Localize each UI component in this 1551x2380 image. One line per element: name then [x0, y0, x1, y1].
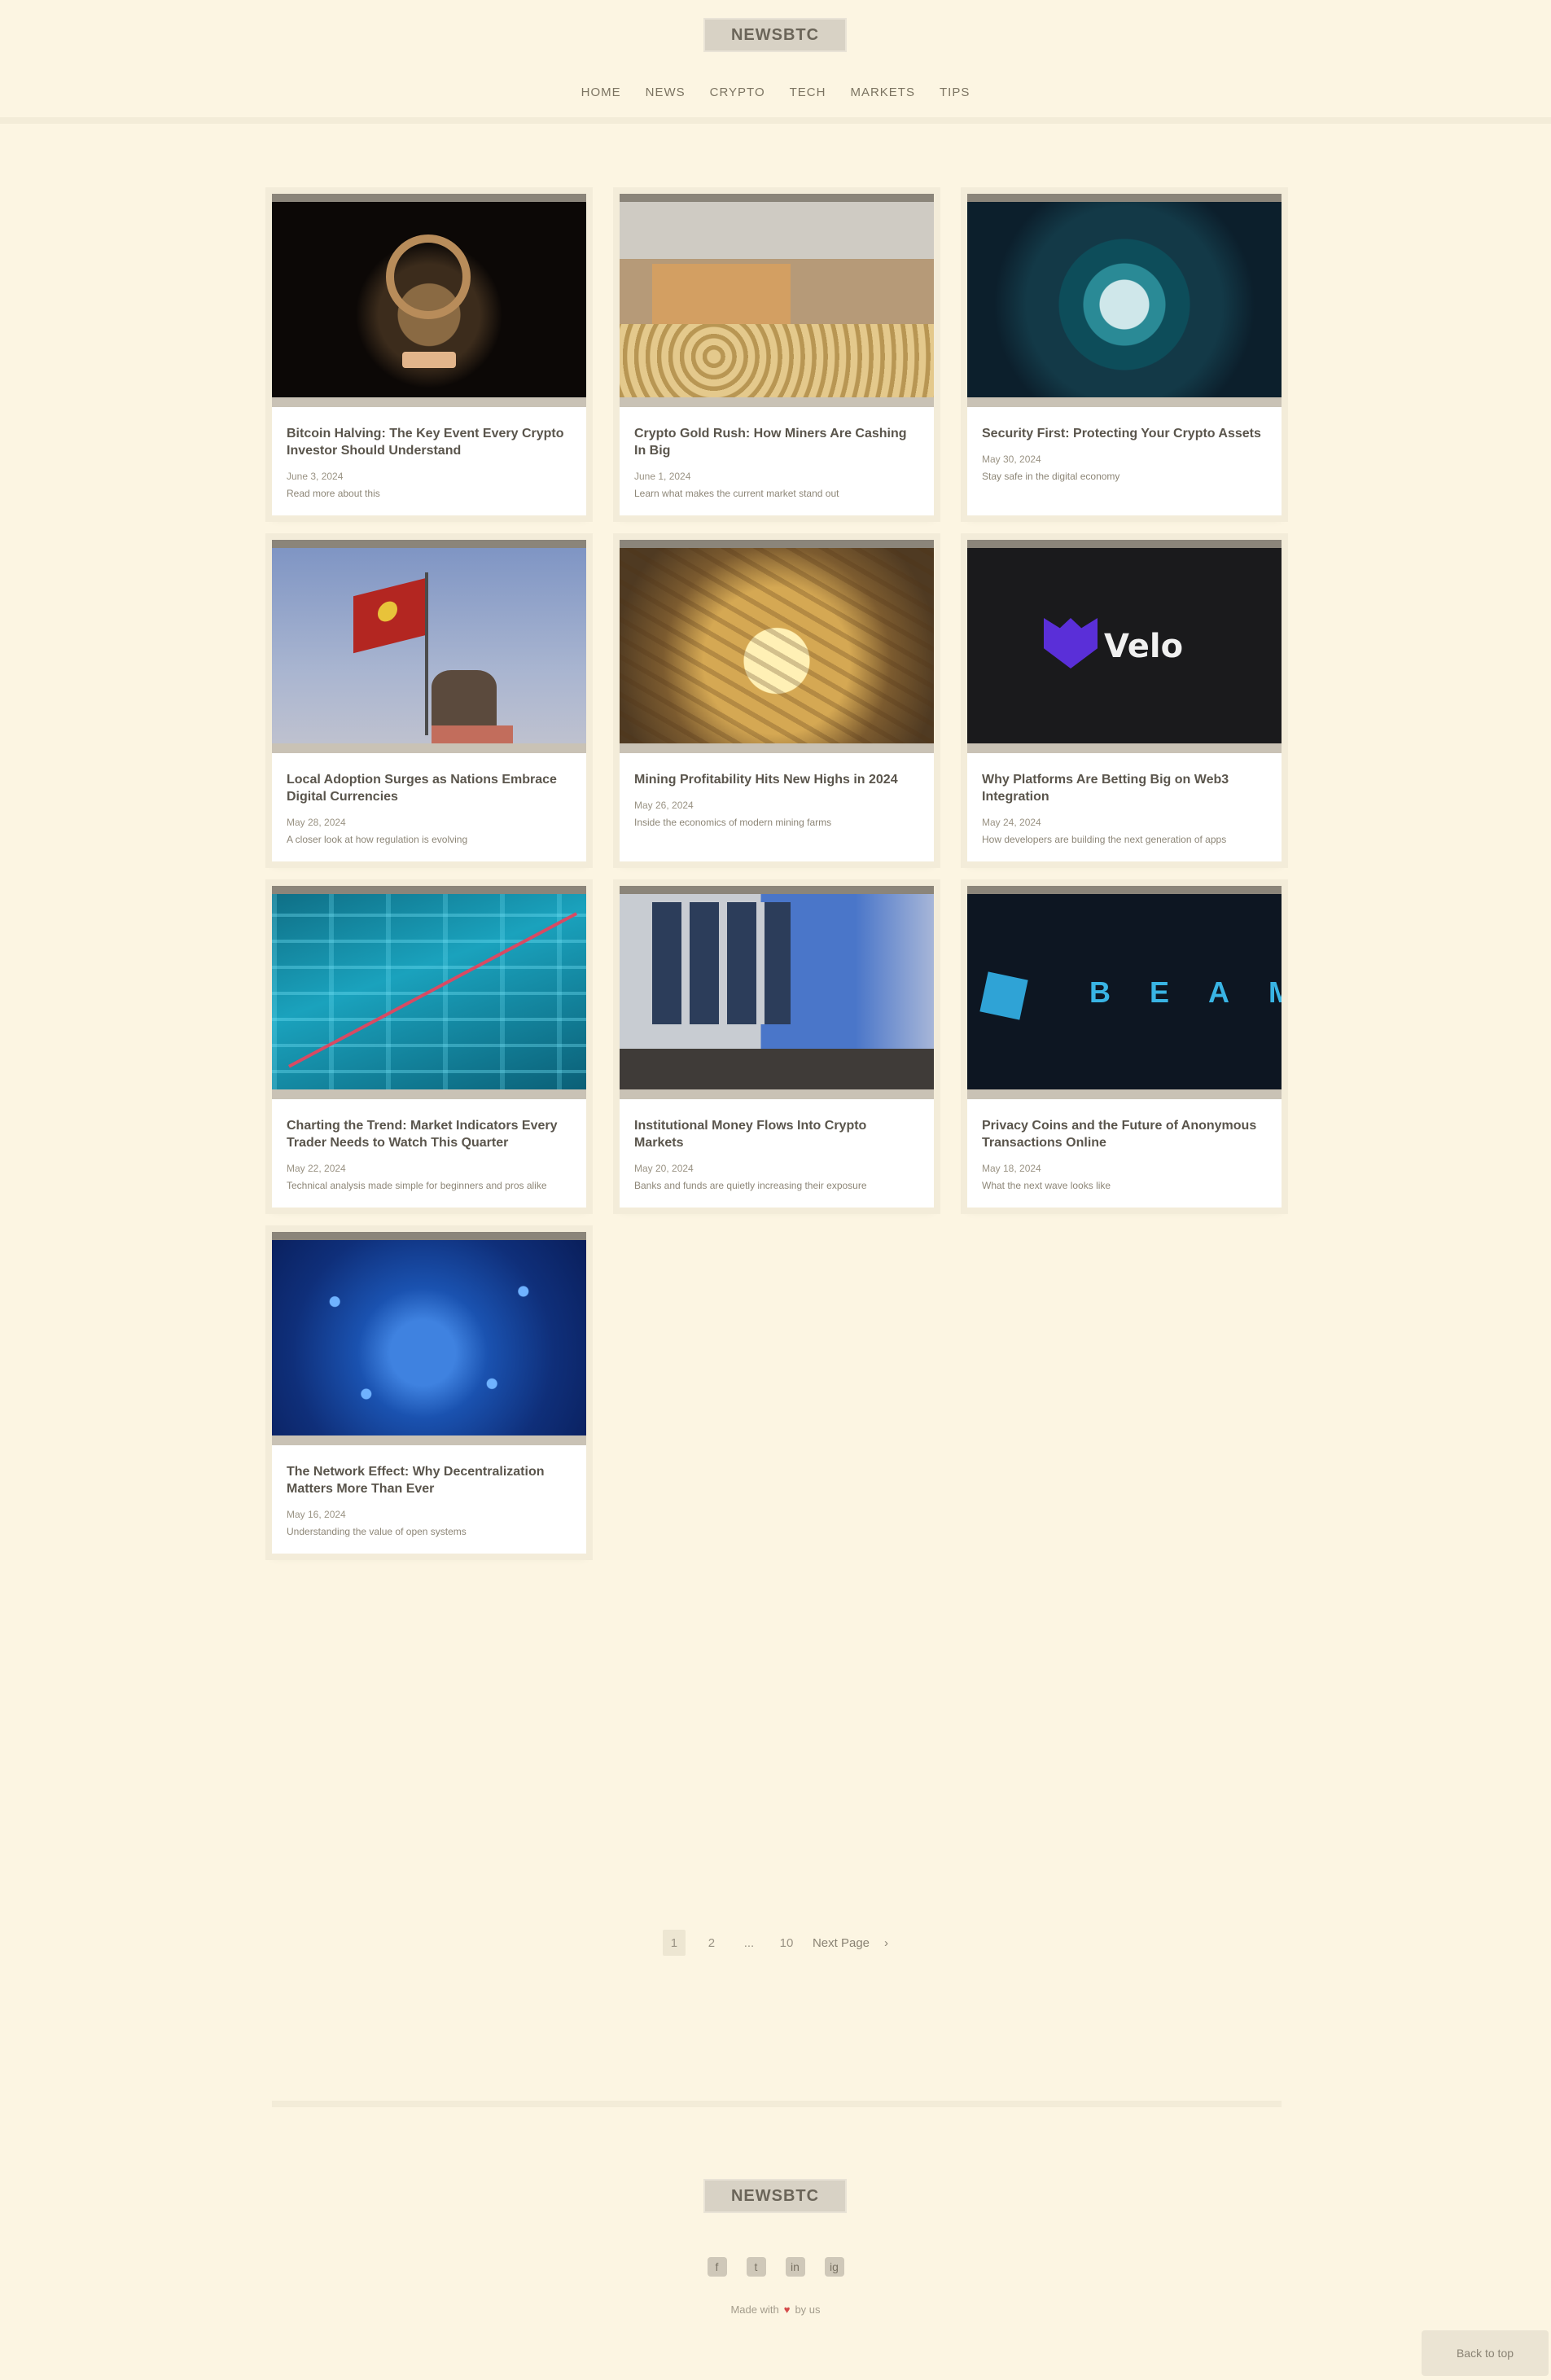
credit-suffix: by us	[795, 2303, 821, 2316]
post-date: June 1, 2024	[634, 471, 691, 482]
post-excerpt: Read more about this	[287, 488, 380, 499]
post-date: May 28, 2024	[287, 817, 346, 828]
instagram-icon[interactable]: ig	[824, 2257, 844, 2277]
post-excerpt: Understanding the value of open systems	[287, 1526, 467, 1537]
footer-logo[interactable]: NEWSBTC	[703, 2179, 847, 2213]
site-header: NEWSBTC Home News Crypto Tech Markets Ti…	[0, 0, 1551, 124]
post-date: June 3, 2024	[287, 471, 344, 482]
post-excerpt: A closer look at how regulation is evolv…	[287, 834, 468, 845]
post-title[interactable]: The Network Effect: Why Decentralization…	[287, 1463, 572, 1497]
post-thumbnail[interactable]: BEAM	[967, 886, 1282, 1099]
nav-item-tech[interactable]: Tech	[790, 85, 826, 99]
post-card[interactable]: Bitcoin Halving: The Key Event Every Cry…	[272, 194, 586, 515]
facebook-icon[interactable]: f	[707, 2257, 727, 2277]
post-date: May 20, 2024	[634, 1163, 694, 1174]
post-date: May 24, 2024	[982, 817, 1041, 828]
post-thumbnail[interactable]	[272, 194, 586, 407]
post-card[interactable]: The Network Effect: Why Decentralization…	[272, 1232, 586, 1554]
post-excerpt: What the next wave looks like	[982, 1180, 1111, 1191]
post-title[interactable]: Local Adoption Surges as Nations Embrace…	[287, 771, 572, 805]
post-card[interactable]: Institutional Money Flows Into Crypto Ma…	[620, 886, 934, 1208]
social-links: f t in ig	[0, 2257, 1551, 2281]
nav-item-news[interactable]: News	[646, 85, 686, 99]
post-title[interactable]: Privacy Coins and the Future of Anonymou…	[982, 1117, 1267, 1151]
post-excerpt: How developers are building the next gen…	[982, 834, 1227, 845]
post-title[interactable]: Bitcoin Halving: The Key Event Every Cry…	[287, 425, 572, 459]
post-title[interactable]: Charting the Trend: Market Indicators Ev…	[287, 1117, 572, 1151]
back-to-top-button[interactable]: Back to top	[1422, 2330, 1549, 2376]
post-date: May 26, 2024	[634, 800, 694, 811]
footer-divider	[272, 2101, 1282, 2107]
post-card[interactable]: Crypto Gold Rush: How Miners Are Cashing…	[620, 194, 934, 515]
post-card[interactable]: Velo Why Platforms Are Betting Big on We…	[967, 540, 1282, 861]
post-card[interactable]: Mining Profitability Hits New Highs in 2…	[620, 540, 934, 861]
page-link-1[interactable]: 1	[662, 1930, 686, 1956]
post-excerpt: Inside the economics of modern mining fa…	[634, 817, 832, 828]
post-title[interactable]: Institutional Money Flows Into Crypto Ma…	[634, 1117, 919, 1151]
nav-item-home[interactable]: Home	[581, 85, 621, 99]
pagination: 1 2 ... 10 Next Page ›	[0, 1926, 1551, 1959]
post-card[interactable]: BEAM Privacy Coins and the Future of Ano…	[967, 886, 1282, 1208]
post-thumbnail[interactable]	[620, 886, 934, 1099]
nav-item-crypto[interactable]: Crypto	[710, 85, 765, 99]
main-nav: Home News Crypto Tech Markets Tips	[0, 78, 1551, 106]
post-excerpt: Learn what makes the current market stan…	[634, 488, 839, 499]
post-thumbnail[interactable]	[272, 886, 586, 1099]
credit-prefix: Made with	[730, 2303, 779, 2316]
post-date: May 22, 2024	[287, 1163, 346, 1174]
post-card[interactable]: Local Adoption Surges as Nations Embrace…	[272, 540, 586, 861]
page-ellipsis: ...	[743, 1935, 755, 1950]
brand-logo-icon	[979, 971, 1028, 1020]
nav-item-markets[interactable]: Markets	[850, 85, 915, 99]
post-title[interactable]: Security First: Protecting Your Crypto A…	[982, 425, 1267, 442]
heart-icon: ♥	[783, 2303, 791, 2316]
brand-logo-icon	[1044, 618, 1098, 668]
page-link-2[interactable]: 2	[700, 1930, 723, 1956]
twitter-icon[interactable]: t	[746, 2257, 766, 2277]
post-date: May 30, 2024	[982, 454, 1041, 465]
post-excerpt: Technical analysis made simple for begin…	[287, 1180, 547, 1191]
site-logo[interactable]: NEWSBTC	[703, 18, 847, 52]
post-date: May 16, 2024	[287, 1509, 346, 1520]
post-thumbnail[interactable]: Velo	[967, 540, 1282, 753]
linkedin-icon[interactable]: in	[785, 2257, 805, 2277]
next-page-link[interactable]: Next Page	[813, 1936, 870, 1950]
footer-credit: Made with ♥ by us	[0, 2301, 1551, 2317]
post-thumbnail[interactable]	[272, 540, 586, 753]
post-thumbnail[interactable]	[620, 194, 934, 407]
chevron-right-icon[interactable]: ›	[884, 1936, 888, 1950]
post-thumbnail[interactable]	[620, 540, 934, 753]
post-title[interactable]: Why Platforms Are Betting Big on Web3 In…	[982, 771, 1267, 805]
post-title[interactable]: Crypto Gold Rush: How Miners Are Cashing…	[634, 425, 919, 459]
post-excerpt: Banks and funds are quietly increasing t…	[634, 1180, 867, 1191]
post-grid: Bitcoin Halving: The Key Event Every Cry…	[272, 194, 1282, 1554]
nav-item-tips[interactable]: Tips	[940, 85, 970, 99]
post-thumbnail[interactable]	[272, 1232, 586, 1445]
post-card[interactable]: Security First: Protecting Your Crypto A…	[967, 194, 1282, 515]
post-excerpt: Stay safe in the digital economy	[982, 471, 1120, 482]
post-date: May 18, 2024	[982, 1163, 1041, 1174]
post-card[interactable]: Charting the Trend: Market Indicators Ev…	[272, 886, 586, 1208]
page-link-last[interactable]: 10	[775, 1930, 798, 1956]
post-title[interactable]: Mining Profitability Hits New Highs in 2…	[634, 771, 919, 788]
post-thumbnail[interactable]	[967, 194, 1282, 407]
